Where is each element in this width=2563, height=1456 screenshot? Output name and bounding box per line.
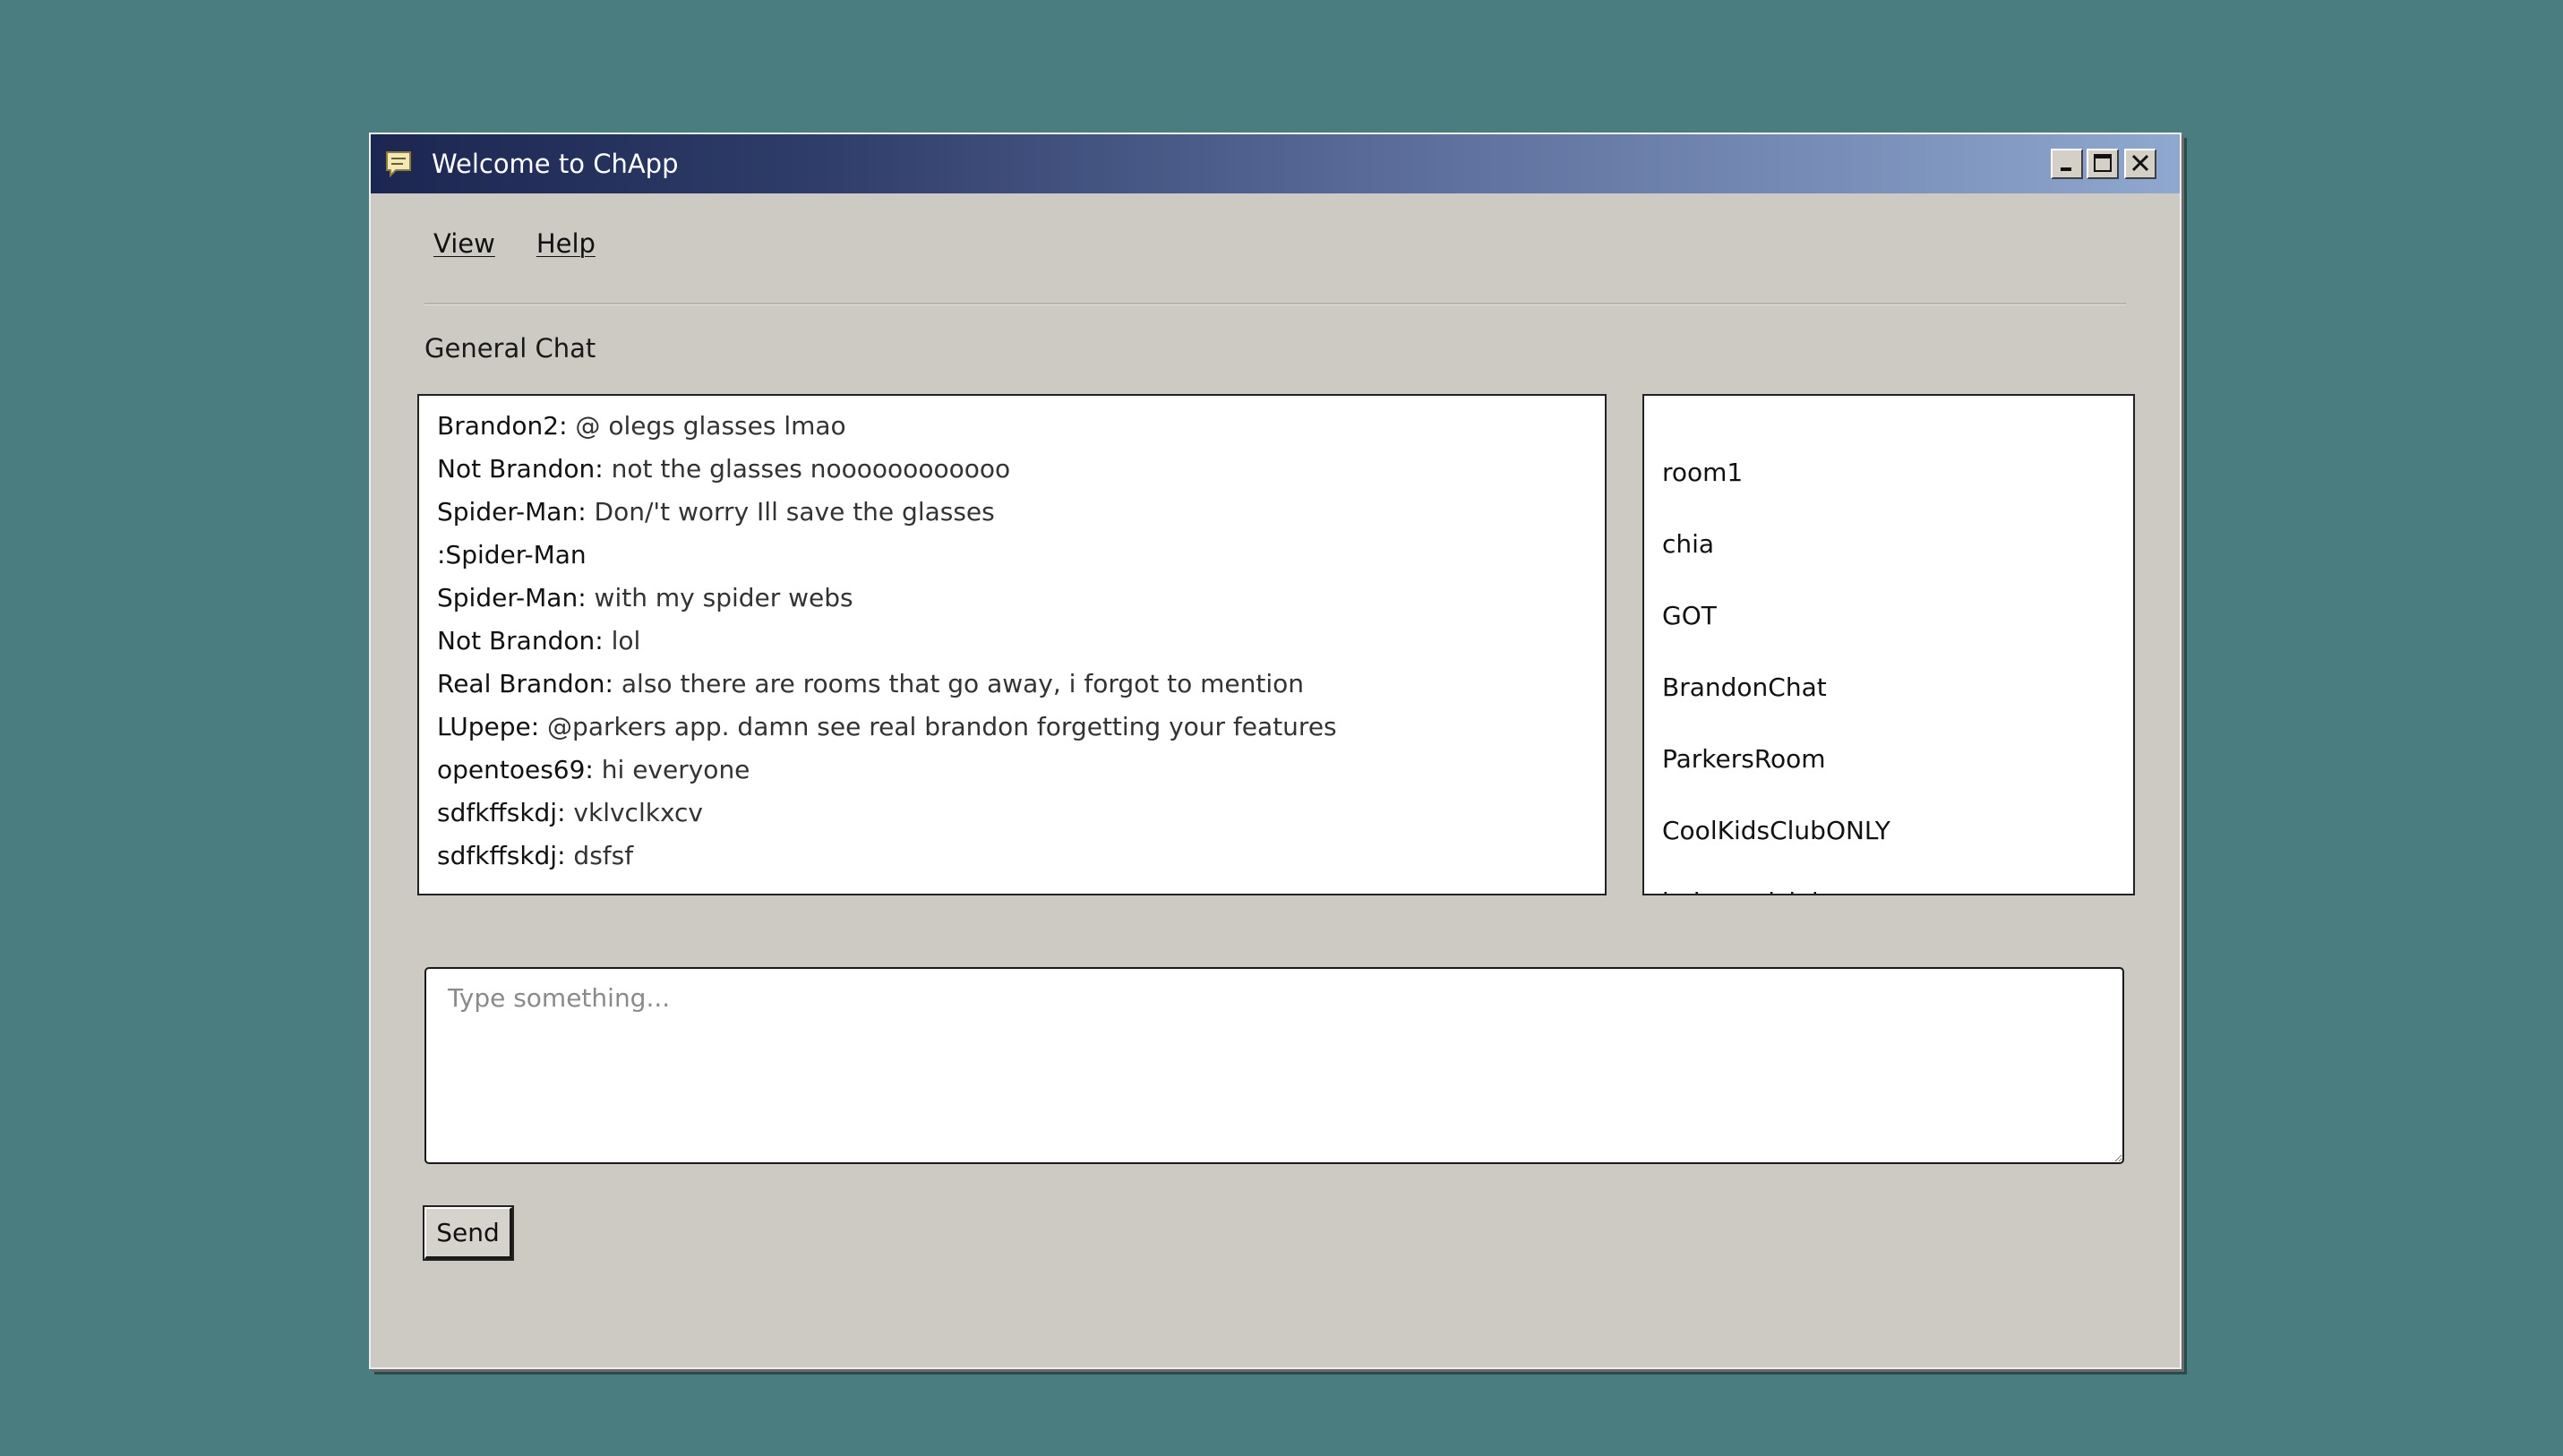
message-user: Brandon2: xyxy=(437,411,568,441)
message-input[interactable] xyxy=(424,967,2124,1164)
message-list[interactable]: Brandon2: @ olegs glasses lmao Not Brand… xyxy=(417,394,1607,895)
message-user: Real Brandon: xyxy=(437,669,613,698)
message-user: Spider-Man: xyxy=(437,583,587,612)
room-item-babysealclub[interactable]: babysealclub xyxy=(1662,867,2115,894)
message-row: Brandon2: @ olegs glasses lmao xyxy=(437,405,1587,448)
room-title: General Chat xyxy=(424,333,596,364)
menu-bar: View Help xyxy=(433,224,596,263)
close-icon xyxy=(2131,154,2149,172)
message-user: Not Brandon: xyxy=(437,454,604,484)
room-list[interactable]: room1 chia GOT BrandonChat ParkersRoom C… xyxy=(1642,394,2135,895)
message-user: opentoes69: xyxy=(437,755,594,784)
message-user: LUpepe: xyxy=(437,712,540,741)
message-user: sdfkffskdj: xyxy=(437,841,566,870)
message-row: LUpepe: @parkers app. damn see real bran… xyxy=(437,706,1587,749)
minimize-button[interactable] xyxy=(2051,149,2083,179)
message-text: also there are rooms that go away, i for… xyxy=(613,669,1305,698)
send-button[interactable]: Send xyxy=(423,1205,514,1261)
room-item-brandonchat[interactable]: BrandonChat xyxy=(1662,652,2115,724)
message-row: Spider-Man: with my spider webs xyxy=(437,577,1587,620)
message-user: Spider-Man: xyxy=(437,497,587,527)
message-text: Don/'t worry Ill save the glasses xyxy=(586,497,995,527)
menu-view[interactable]: View xyxy=(433,224,495,263)
message-row: sdfkffskdj: vklvclkxcv xyxy=(437,792,1587,835)
message-row: :Spider-Man xyxy=(437,534,1587,577)
maximize-button[interactable] xyxy=(2087,149,2119,179)
message-text: hi everyone xyxy=(593,755,750,784)
message-text: lol xyxy=(603,626,641,655)
room-item-room1[interactable]: room1 xyxy=(1662,437,2115,509)
menu-help[interactable]: Help xyxy=(536,224,596,263)
message-row: opentoes69: hi everyone xyxy=(437,749,1587,792)
room-item-got[interactable]: GOT xyxy=(1662,580,2115,652)
close-button[interactable] xyxy=(2124,149,2156,179)
message-row: Not Brandon: not the glasses noooooooooo… xyxy=(437,448,1587,491)
message-text: dsfsf xyxy=(565,841,634,870)
message-user: sdfkffskdj: xyxy=(437,798,566,827)
message-row: Not Brandon: lol xyxy=(437,620,1587,663)
menu-divider xyxy=(424,303,2126,305)
message-text: with my spider webs xyxy=(586,583,853,612)
message-row: Spider-Man: Don/'t worry Ill save the gl… xyxy=(437,491,1587,534)
message-row: sdfkffskdj: dsfsf xyxy=(437,835,1587,878)
message-text: not the glasses noooooooooooo xyxy=(603,454,1011,484)
minimize-icon xyxy=(2061,167,2071,171)
message-text: vklvclkxcv xyxy=(565,798,703,827)
maximize-icon xyxy=(2094,154,2112,172)
room-item-coolkidsclubonly[interactable]: CoolKidsClubONLY xyxy=(1662,795,2115,867)
message-text: @parkers app. damn see real brandon forg… xyxy=(539,712,1337,741)
chat-window: Welcome to ChApp View Help General Chat … xyxy=(369,133,2182,1369)
message-text: @ olegs glasses lmao xyxy=(567,411,846,441)
chat-bubble-icon xyxy=(383,149,414,179)
message-user: :Spider-Man xyxy=(437,540,587,570)
message-user: Not Brandon: xyxy=(437,626,604,655)
room-item-parkersroom[interactable]: ParkersRoom xyxy=(1662,724,2115,795)
window-title: Welcome to ChApp xyxy=(432,149,679,179)
message-row: Real Brandon: also there are rooms that … xyxy=(437,663,1587,706)
title-bar[interactable]: Welcome to ChApp xyxy=(371,134,2180,193)
room-item-chia[interactable]: chia xyxy=(1662,509,2115,580)
